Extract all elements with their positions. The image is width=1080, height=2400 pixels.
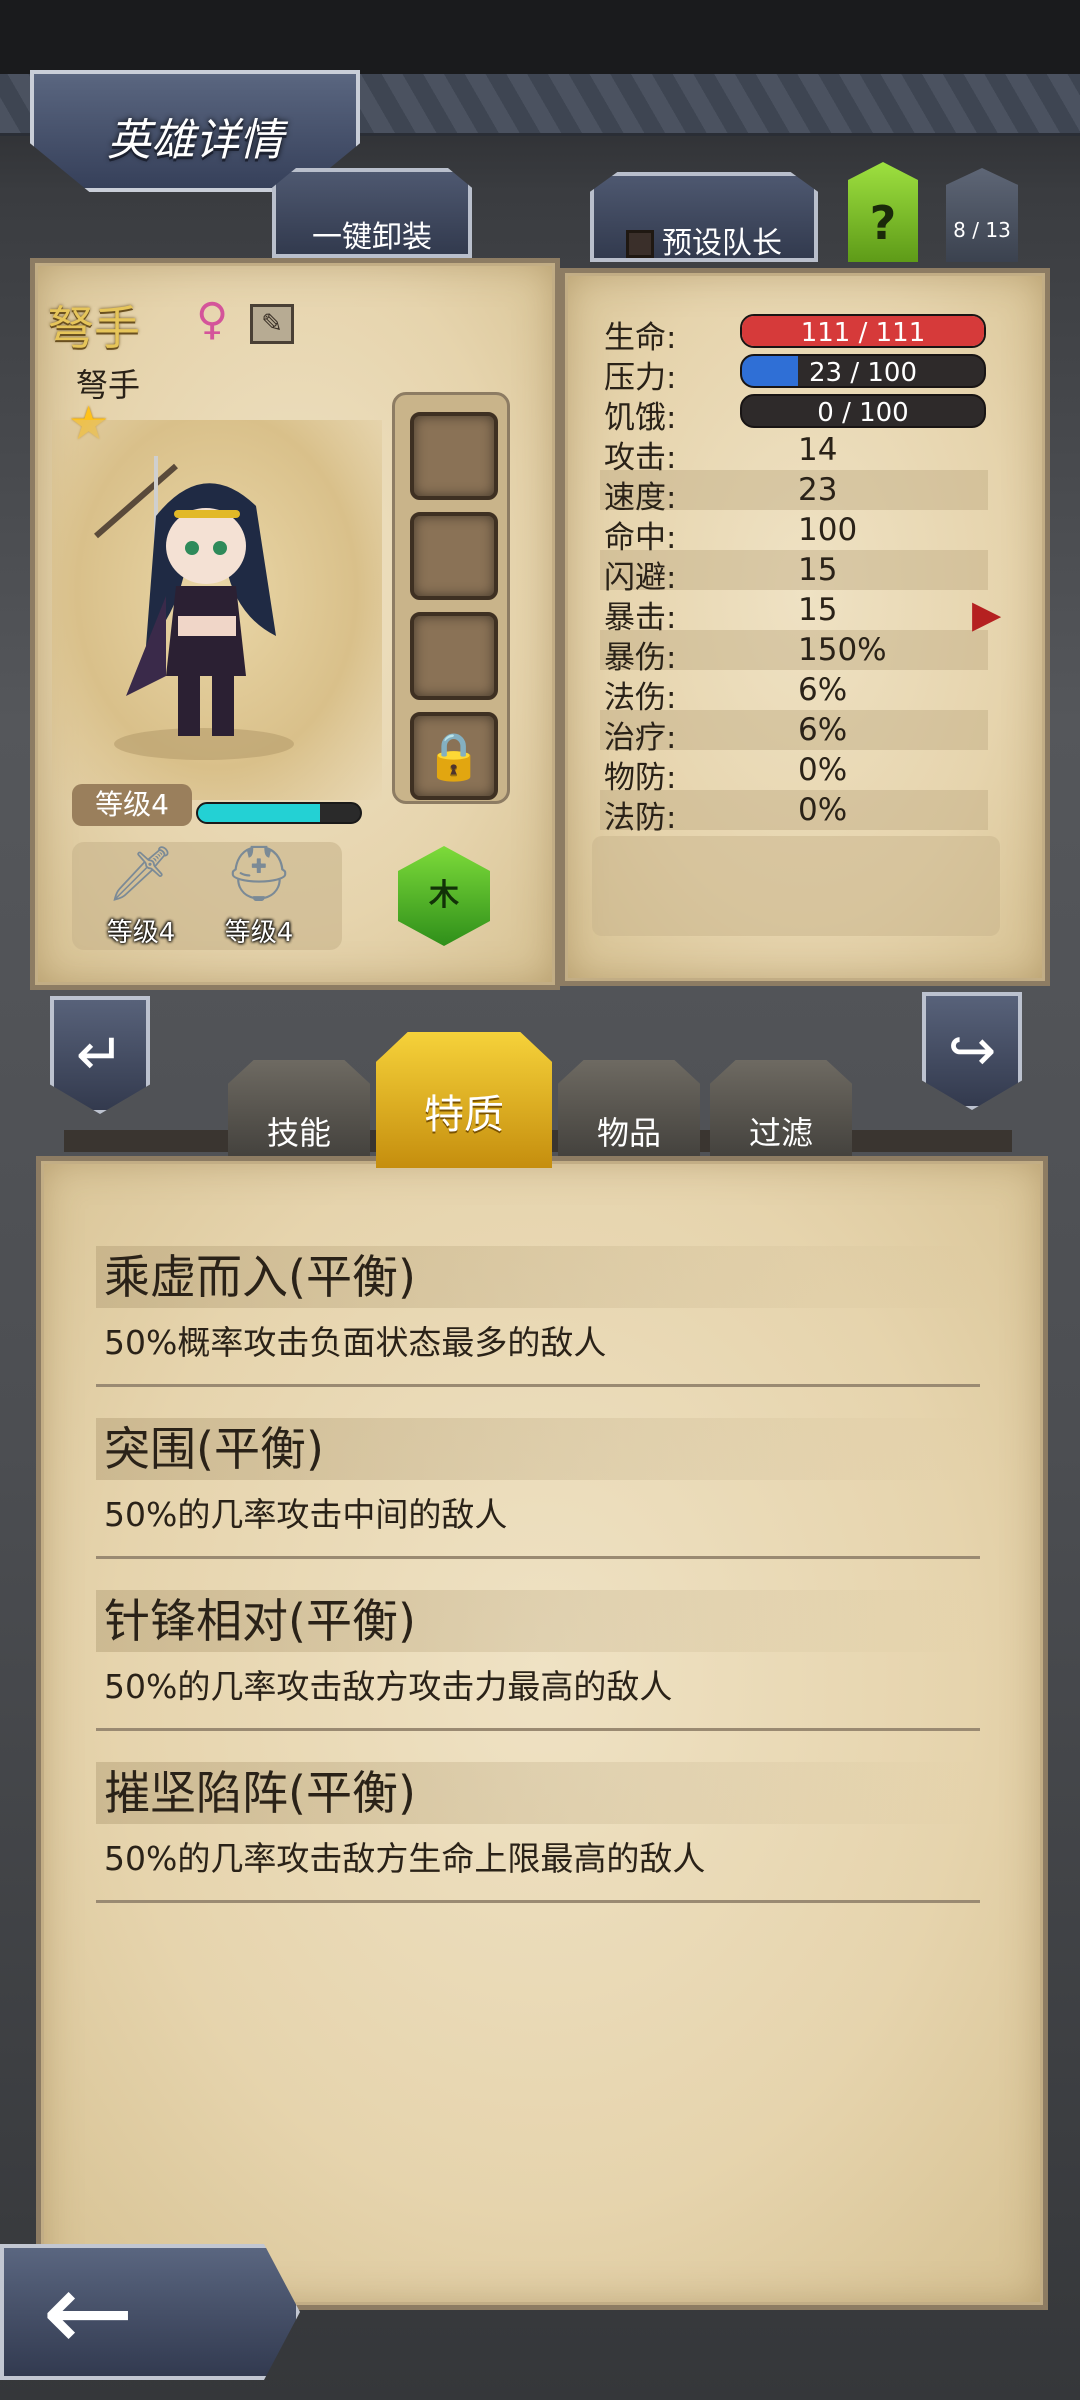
trait-title: 乘虚而入(平衡) (96, 1246, 980, 1308)
stat-row: 闪避: 15 (600, 550, 988, 596)
sword-icon[interactable]: 🗡 (96, 842, 186, 906)
stat-value: 15 (798, 552, 838, 588)
portrait-shadow (114, 728, 294, 760)
stat-row: 法防: 0% (600, 790, 988, 836)
stat-value: 15 (798, 592, 838, 628)
trait-item[interactable]: 乘虚而入(平衡) 50%概率攻击负面状态最多的敌人 (96, 1246, 980, 1387)
stress-value: 23 / 100 (809, 358, 917, 388)
hero-leg-right (212, 676, 234, 736)
trait-title: 针锋相对(平衡) (96, 1590, 980, 1652)
trait-title: 突围(平衡) (96, 1418, 980, 1480)
divider (96, 1728, 980, 1731)
tab-traits[interactable]: 特质 (376, 1032, 552, 1168)
hero-page-count: 8 / 13 (946, 168, 1018, 262)
weapon-level: 等级4 (106, 918, 176, 948)
xp-bar (196, 802, 362, 824)
preset-leader-checkbox[interactable] (626, 230, 654, 258)
hero-level: 等级4 (72, 784, 192, 826)
tab-items[interactable]: 物品 (558, 1060, 700, 1168)
divider (96, 1900, 980, 1903)
back-button[interactable]: ← (0, 2244, 300, 2380)
hero-face (166, 508, 246, 584)
trait-description: 50%的几率攻击中间的敌人 (104, 1495, 508, 1534)
preset-leader-label: 预设队长 (662, 226, 782, 261)
unequip-all-button[interactable]: 一键卸装 (272, 168, 472, 258)
trait-description: 50%的几率攻击敌方攻击力最高的敌人 (104, 1667, 673, 1706)
hero-leg-left (178, 676, 200, 736)
trait-item[interactable]: 突围(平衡) 50%的几率攻击中间的敌人 (96, 1418, 980, 1559)
stat-value: 0% (798, 752, 848, 788)
stat-row-hunger: 饥饿: 0 / 100 (600, 390, 988, 436)
stat-value: 6% (798, 712, 848, 748)
previous-hero-button[interactable]: ↵ (50, 996, 150, 1114)
status-strip (0, 0, 1080, 74)
stat-row: 法伤: 6% (600, 670, 988, 716)
stress-bar: 23 / 100 (740, 354, 986, 388)
stat-value: 14 (798, 432, 838, 468)
divider (96, 1556, 980, 1559)
stat-value: 0% (798, 792, 848, 828)
hp-value: 111 / 111 (800, 318, 926, 348)
hunger-value: 0 / 100 (817, 398, 909, 428)
stat-row: 暴击: 15 (600, 590, 988, 636)
stat-row: 攻击: 14 (600, 430, 988, 476)
next-hero-button[interactable]: ↪ (922, 992, 1022, 1110)
page-title: 英雄详情 (107, 115, 283, 166)
stat-value: 100 (798, 512, 858, 548)
help-button[interactable]: ? (848, 162, 918, 262)
lock-icon: 🔒 (425, 729, 483, 783)
trait-item[interactable]: 针锋相对(平衡) 50%的几率攻击敌方攻击力最高的敌人 (96, 1590, 980, 1731)
preset-leader-button[interactable]: 预设队长 (590, 172, 818, 262)
stat-row: 物防: 0% (600, 750, 988, 796)
helmet-icon[interactable]: ⛑ (214, 842, 304, 906)
stat-value: 6% (798, 672, 848, 708)
stats-list: 生命: 111 / 111 压力: 23 / 100 饥饿: 0 / 100 攻… (600, 310, 988, 836)
equipment-slot-3[interactable] (410, 612, 498, 700)
stat-value: 150% (798, 632, 887, 668)
equipment-slot-1[interactable] (410, 412, 498, 500)
stats-expand-arrow-icon[interactable]: ▶ (972, 592, 1001, 636)
stat-label: 法防: (604, 800, 677, 836)
hero-eye-right (213, 541, 227, 555)
hp-bar: 111 / 111 (740, 314, 986, 348)
hero-eye-left (185, 541, 199, 555)
stats-lower-panel (592, 836, 1000, 936)
hero-portrait (94, 456, 294, 760)
trait-item[interactable]: 摧坚陷阵(平衡) 50%的几率攻击敌方生命上限最高的敌人 (96, 1762, 980, 1903)
divider (96, 1384, 980, 1387)
stat-row: 命中: 100 (600, 510, 988, 556)
trait-description: 50%概率攻击负面状态最多的敌人 (104, 1323, 607, 1362)
stat-row-stress: 压力: 23 / 100 (600, 350, 988, 396)
equipment-slot-locked[interactable]: 🔒 (410, 712, 498, 800)
stat-row-hp: 生命: 111 / 111 (600, 310, 988, 356)
stat-row: 暴伤: 150% (600, 630, 988, 676)
stat-row: 治疗: 6% (600, 710, 988, 756)
hunger-bar: 0 / 100 (740, 394, 986, 428)
hero-cape (126, 596, 166, 696)
hero-headband (174, 510, 240, 518)
hero-belt (178, 616, 236, 636)
stat-row: 速度: 23 (600, 470, 988, 516)
trait-title: 摧坚陷阵(平衡) (96, 1762, 980, 1824)
helmet-level: 等级4 (224, 918, 294, 948)
tab-skills[interactable]: 技能 (228, 1060, 370, 1168)
edit-name-icon[interactable]: ✎ (250, 304, 294, 344)
stat-value: 23 (798, 472, 838, 508)
equipment-slot-2[interactable] (410, 512, 498, 600)
trait-description: 50%的几率攻击敌方生命上限最高的敌人 (104, 1839, 706, 1878)
hero-name: 弩手 (48, 301, 140, 355)
xp-bar-fill (198, 804, 320, 822)
tab-filter[interactable]: 过滤 (710, 1060, 852, 1168)
female-icon: ♀ (196, 294, 229, 345)
